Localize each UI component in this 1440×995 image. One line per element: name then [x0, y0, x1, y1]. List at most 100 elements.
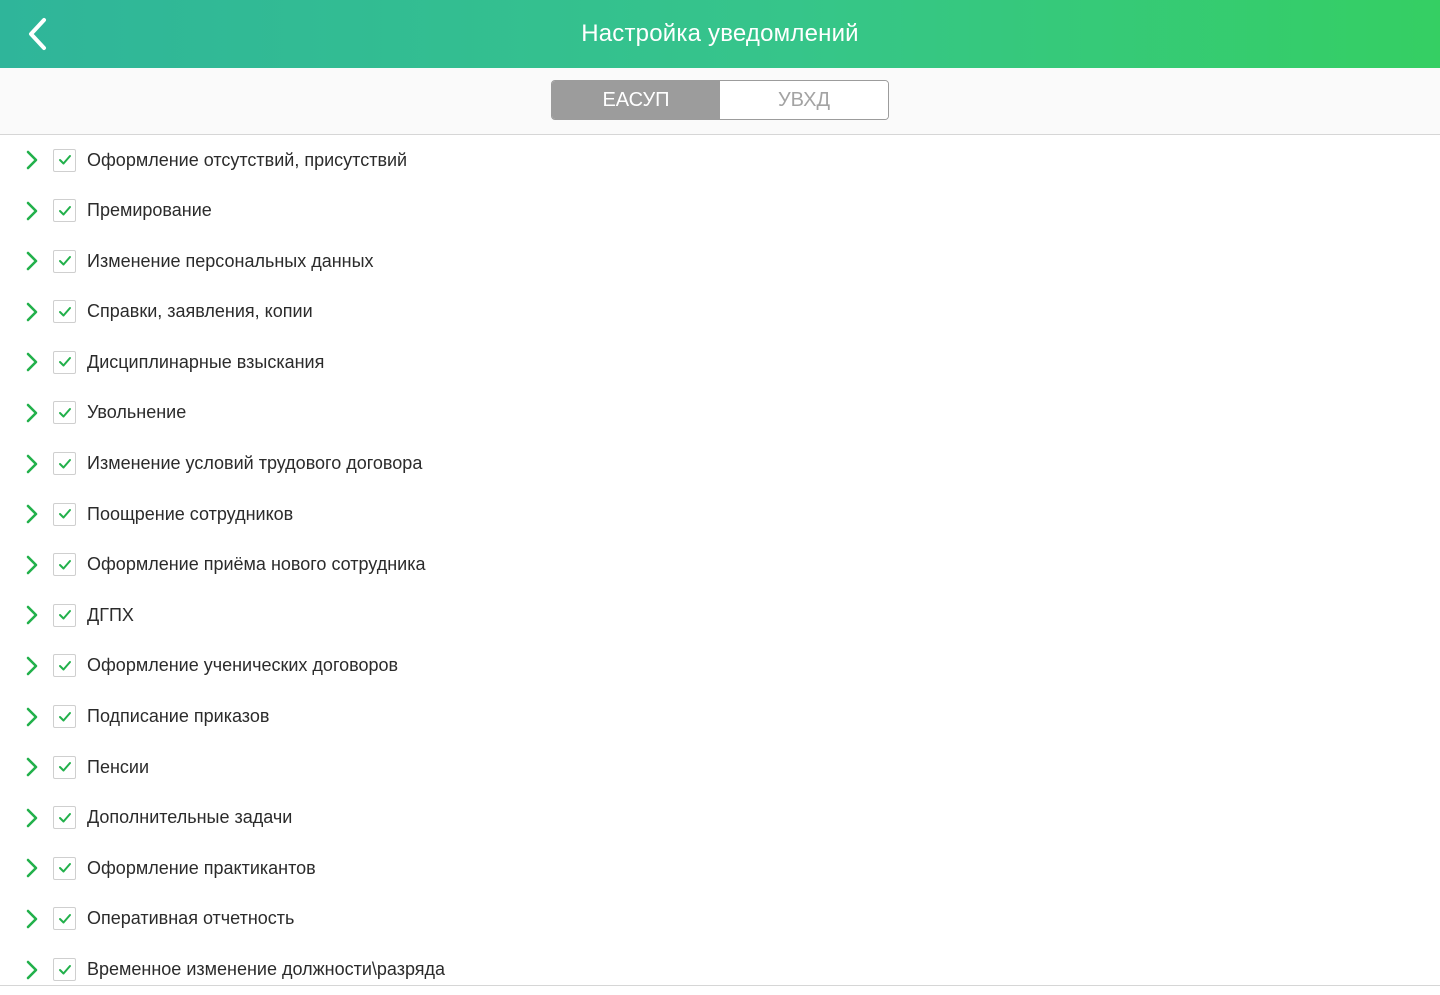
expand-button[interactable]: [22, 302, 42, 322]
list-item-label: Изменение условий трудового договора: [87, 453, 423, 474]
expand-button[interactable]: [22, 605, 42, 625]
item-checkbox[interactable]: [53, 199, 76, 223]
list-item[interactable]: Оперативная отчетность: [0, 894, 1440, 945]
item-checkbox[interactable]: [53, 300, 76, 324]
list-item-label: Премирование: [87, 200, 212, 221]
checkmark-icon: [58, 205, 71, 216]
item-checkbox[interactable]: [53, 553, 76, 577]
list-item[interactable]: Премирование: [0, 185, 1440, 236]
expand-button[interactable]: [22, 808, 42, 828]
expand-button[interactable]: [22, 656, 42, 676]
checkmark-icon: [58, 357, 71, 367]
item-checkbox[interactable]: [53, 452, 76, 476]
expand-button[interactable]: [22, 150, 42, 170]
list-item[interactable]: Оформление приёма нового сотрудника: [0, 540, 1440, 591]
item-checkbox[interactable]: [53, 654, 76, 678]
list-item-label: Пенсии: [87, 756, 149, 777]
header-bar: Настройка уведомлений: [0, 0, 1440, 68]
checkmark-icon: [58, 306, 71, 317]
list-item-label: Временное изменение должности\разряда: [87, 959, 446, 980]
list-item-label: Подписание приказов: [87, 706, 270, 727]
list-item[interactable]: Изменение персональных данных: [0, 236, 1440, 287]
chevron-right-icon: [26, 251, 38, 271]
checkmark-icon: [58, 256, 71, 266]
item-checkbox[interactable]: [53, 705, 76, 729]
item-checkbox[interactable]: [53, 907, 76, 931]
checkmark-icon: [58, 660, 71, 671]
checkmark-icon: [58, 610, 71, 620]
list-item-label: ДГПХ: [87, 604, 134, 625]
list-item[interactable]: Временное изменение должности\разряда: [0, 944, 1440, 995]
expand-button[interactable]: [22, 555, 42, 575]
list-item[interactable]: Дисциплинарные взыскания: [0, 337, 1440, 388]
chevron-right-icon: [26, 707, 38, 726]
item-checkbox[interactable]: [53, 806, 76, 830]
item-checkbox[interactable]: [53, 148, 76, 172]
list-item-label: Справки, заявления, копии: [87, 301, 313, 322]
expand-button[interactable]: [22, 960, 42, 980]
expand-button[interactable]: [22, 909, 42, 929]
list-item-label: Дисциплинарные взыскания: [87, 351, 325, 372]
checkmark-icon: [58, 407, 71, 418]
chevron-right-icon: [26, 504, 38, 524]
chevron-right-icon: [26, 606, 38, 625]
expand-button[interactable]: [22, 251, 42, 271]
list-item[interactable]: Справки, заявления, копии: [0, 287, 1440, 338]
item-checkbox[interactable]: [53, 249, 76, 273]
checkmark-icon: [58, 762, 71, 772]
list-item[interactable]: Увольнение: [0, 388, 1440, 439]
checkmark-icon: [58, 458, 71, 469]
checkmark-icon: [58, 509, 71, 519]
chevron-right-icon: [26, 353, 38, 372]
back-button[interactable]: [18, 14, 58, 54]
chevron-right-icon: [26, 909, 38, 929]
list-item-label: Оформление ученических договоров: [87, 655, 399, 676]
expand-button[interactable]: [22, 403, 42, 423]
list-item[interactable]: Оформление практикантов: [0, 843, 1440, 894]
expand-button[interactable]: [22, 757, 42, 777]
list-item-label: Поощрение сотрудников: [87, 503, 294, 524]
segment-uvhd[interactable]: УВХД: [720, 81, 888, 119]
item-checkbox[interactable]: [53, 603, 76, 627]
segmented-control: ЕАСУП УВХД: [551, 80, 889, 120]
expand-button[interactable]: [22, 201, 42, 221]
list-item[interactable]: ДГПХ: [0, 590, 1440, 641]
item-checkbox[interactable]: [53, 755, 76, 779]
checkmark-icon: [58, 711, 71, 722]
checkmark-icon: [58, 559, 71, 570]
list-item[interactable]: Изменение условий трудового договора: [0, 438, 1440, 489]
expand-button[interactable]: [22, 504, 42, 524]
list-item-label: Дополнительные задачи: [87, 807, 293, 828]
notification-category-list: Оформление отсутствий, присутствий Премир…: [0, 135, 1440, 985]
item-checkbox[interactable]: [53, 401, 76, 425]
chevron-right-icon: [26, 201, 38, 220]
checkmark-icon: [58, 913, 71, 924]
list-item[interactable]: Подписание приказов: [0, 691, 1440, 742]
list-item[interactable]: Оформление ученических договоров: [0, 641, 1440, 692]
expand-button[interactable]: [22, 858, 42, 878]
list-item-label: Оперативная отчетность: [87, 908, 295, 929]
list-item[interactable]: Оформление отсутствий, присутствий: [0, 135, 1440, 186]
chevron-right-icon: [26, 960, 38, 979]
expand-button[interactable]: [22, 352, 42, 372]
expand-button[interactable]: [22, 454, 42, 474]
list-item[interactable]: Поощрение сотрудников: [0, 489, 1440, 540]
checkmark-icon: [58, 863, 71, 873]
item-checkbox[interactable]: [53, 350, 76, 374]
page-title: Настройка уведомлений: [581, 20, 859, 47]
divider: [0, 985, 1440, 986]
chevron-right-icon: [26, 555, 38, 575]
list-item-label: Оформление приёма нового сотрудника: [87, 554, 426, 575]
item-checkbox[interactable]: [53, 502, 76, 526]
item-checkbox[interactable]: [53, 958, 76, 982]
list-item-label: Оформление отсутствий, присутствий: [87, 149, 408, 170]
list-item[interactable]: Пенсии: [0, 742, 1440, 793]
list-item-label: Оформление практикантов: [87, 857, 316, 878]
segment-easup[interactable]: ЕАСУП: [552, 81, 720, 119]
chevron-right-icon: [26, 808, 38, 828]
checkmark-icon: [58, 155, 71, 165]
expand-button[interactable]: [22, 707, 42, 727]
item-checkbox[interactable]: [53, 856, 76, 880]
chevron-right-icon: [26, 403, 38, 423]
list-item[interactable]: Дополнительные задачи: [0, 793, 1440, 844]
